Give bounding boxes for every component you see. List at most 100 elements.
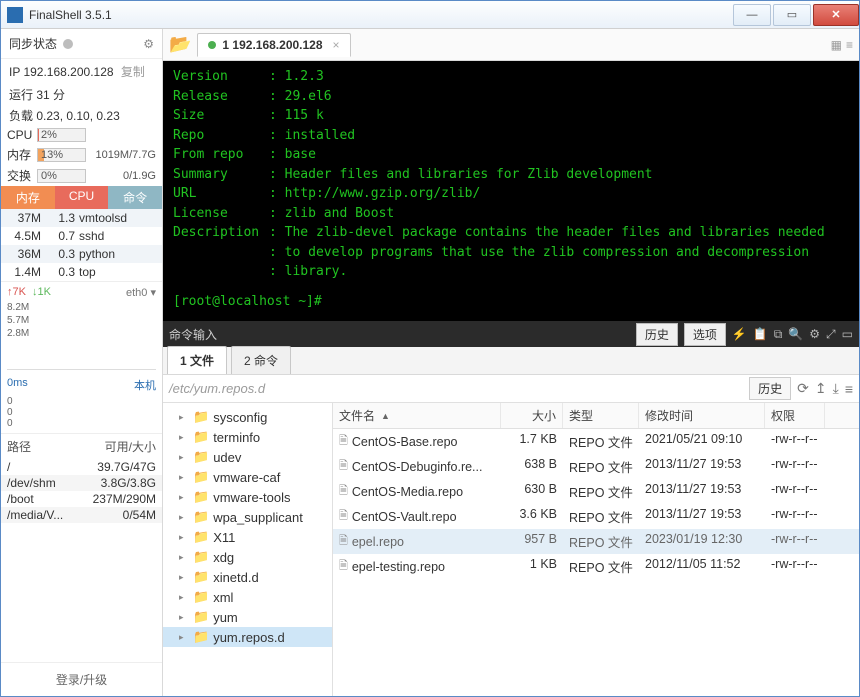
folder-icon: 📁 [193,509,209,525]
tree-node[interactable]: ▸📁udev [163,447,332,467]
upload-icon[interactable]: ↥ [815,380,827,397]
col-time[interactable]: 修改时间 [639,403,765,428]
minimize-button[interactable]: — [733,4,771,26]
refresh-icon[interactable]: ⟳ [797,380,809,397]
tab-commands[interactable]: 2 命令 [231,346,291,374]
proc-header-cpu[interactable]: CPU [55,186,109,209]
tree-node[interactable]: ▸📁xml [163,587,332,607]
maximize-button[interactable]: ▭ [773,4,811,26]
folder-tree[interactable]: ▸📁sysconfig▸📁terminfo▸📁udev▸📁vmware-caf▸… [163,403,333,696]
proc-row[interactable]: 4.5M0.7sshd [1,227,162,245]
proc-row[interactable]: 36M0.3python [1,245,162,263]
mem-meter: 内存 13% 1019M/7.7G [1,144,162,165]
bolt-icon[interactable]: ⚡ [732,327,747,341]
clipboard-icon[interactable]: 📋 [753,327,768,341]
terminal-line: Summary: Header files and libraries for … [173,165,849,185]
file-icon: 🗎 [339,432,348,451]
tree-node[interactable]: ▸📁wpa_supplicant [163,507,332,527]
disk-row[interactable]: /boot237M/290M [1,491,162,507]
status-dot-icon [208,41,216,49]
col-perm[interactable]: 权限 [765,403,825,428]
copy-icon[interactable]: ⧉ [774,327,783,342]
file-row[interactable]: 🗎CentOS-Base.repo1.7 KBREPO 文件2021/05/21… [333,429,859,454]
expand-icon[interactable]: ▸ [179,412,189,423]
disk-row[interactable]: /media/V...0/54M [1,507,162,523]
close-tab-icon[interactable]: × [333,38,340,52]
expand-icon[interactable]: ▸ [179,432,189,443]
tree-node[interactable]: ▸📁sysconfig [163,407,332,427]
gear-icon[interactable]: ⚙ [143,37,154,51]
col-size[interactable]: 大小 [501,403,563,428]
ip-text: IP 192.168.200.128 [9,65,114,79]
terminal-line: Repo: installed [173,126,849,146]
path-input[interactable]: /etc/yum.repos.d [169,381,743,396]
cmd-options-button[interactable]: 选项 [684,323,726,346]
latency-row: 0ms 本机 [1,374,162,396]
grid-view-icon[interactable]: ▦ [831,38,842,52]
expand-icon[interactable]: ▸ [179,592,189,603]
expand-icon[interactable]: ▸ [179,632,189,643]
col-name[interactable]: 文件名▲ [333,403,501,428]
load-text: 负载 0.23, 0.10, 0.23 [1,105,162,126]
proc-header-mem[interactable]: 内存 [1,186,55,209]
proc-row[interactable]: 1.4M0.3top [1,263,162,281]
expand-icon[interactable]: ▸ [179,532,189,543]
proc-header: 内存 CPU 命令 [1,186,162,209]
disk-row[interactable]: /39.7G/47G [1,459,162,475]
search-icon[interactable]: 🔍 [788,327,803,341]
file-row[interactable]: 🗎CentOS-Vault.repo3.6 KBREPO 文件2013/11/2… [333,504,859,529]
tree-node[interactable]: ▸📁vmware-caf [163,467,332,487]
expand-icon[interactable]: ▸ [179,612,189,623]
file-row[interactable]: 🗎epel-testing.repo1 KBREPO 文件2012/11/05 … [333,554,859,579]
swap-meter: 交换 0% 0/1.9G [1,165,162,186]
proc-header-cmd[interactable]: 命令 [108,186,162,209]
cmd-history-button[interactable]: 历史 [636,323,678,346]
terminal-prompt[interactable]: [root@localhost ~]# [173,292,849,312]
expand-icon[interactable]: ▸ [179,552,189,563]
settings-icon[interactable]: ⚙ [809,327,820,341]
download-icon[interactable]: ⤓ [833,380,839,397]
proc-table: 37M1.3vmtoolsd4.5M0.7sshd36M0.3python1.4… [1,209,162,281]
tree-node[interactable]: ▸📁vmware-tools [163,487,332,507]
copy-button[interactable]: 复制 [121,65,145,79]
expand-icon[interactable]: ▸ [179,512,189,523]
list-view-icon[interactable]: ≡ [846,38,853,52]
expand-icon[interactable]: ▸ [179,472,189,483]
tree-node[interactable]: ▸📁xdg [163,547,332,567]
path-history-button[interactable]: 历史 [749,377,791,400]
file-row[interactable]: 🗎CentOS-Media.repo630 BREPO 文件2013/11/27… [333,479,859,504]
terminal-line: : library. [173,262,849,282]
expand-icon[interactable]: ▸ [179,452,189,463]
latency-host[interactable]: 本机 [134,377,156,393]
tree-node[interactable]: ▸📁yum.repos.d [163,627,332,647]
terminal-line: Version: 1.2.3 [173,67,849,87]
login-link[interactable]: 登录/升级 [1,662,162,696]
terminal-line: URL: http://www.gzip.org/zlib/ [173,184,849,204]
expand-icon[interactable]: ▸ [179,572,189,583]
file-row[interactable]: 🗎CentOS-Debuginfo.re...638 BREPO 文件2013/… [333,454,859,479]
folder-icon: 📁 [193,429,209,445]
tree-node[interactable]: ▸📁xinetd.d [163,567,332,587]
col-type[interactable]: 类型 [563,403,639,428]
proc-row[interactable]: 37M1.3vmtoolsd [1,209,162,227]
connection-tab[interactable]: 1 192.168.200.128 × [197,33,350,57]
expand-icon[interactable]: ⤢ [826,327,836,342]
file-icon: 🗎 [339,532,348,551]
expand-icon[interactable]: ▸ [179,492,189,503]
net-tick: 5.7M [7,314,156,327]
sync-label: 同步状态 [9,35,57,52]
tree-node[interactable]: ▸📁X11 [163,527,332,547]
file-row[interactable]: 🗎epel.repo957 BREPO 文件2023/01/19 12:30-r… [333,529,859,554]
lat-tick: 0 [7,418,156,429]
monitor-icon[interactable]: ▭ [842,327,853,341]
more-icon[interactable]: ≡ [845,381,853,397]
folder-icon[interactable]: 📂 [169,34,191,55]
net-iface-select[interactable]: eth0 ▾ [126,286,156,299]
tree-node[interactable]: ▸📁terminfo [163,427,332,447]
terminal-line: Release: 29.el6 [173,87,849,107]
terminal[interactable]: Version: 1.2.3Release: 29.el6Size: 115 k… [163,61,859,321]
tab-files[interactable]: 1 文件 [167,346,227,374]
tree-node[interactable]: ▸📁yum [163,607,332,627]
disk-row[interactable]: /dev/shm3.8G/3.8G [1,475,162,491]
close-button[interactable]: ✕ [813,4,859,26]
